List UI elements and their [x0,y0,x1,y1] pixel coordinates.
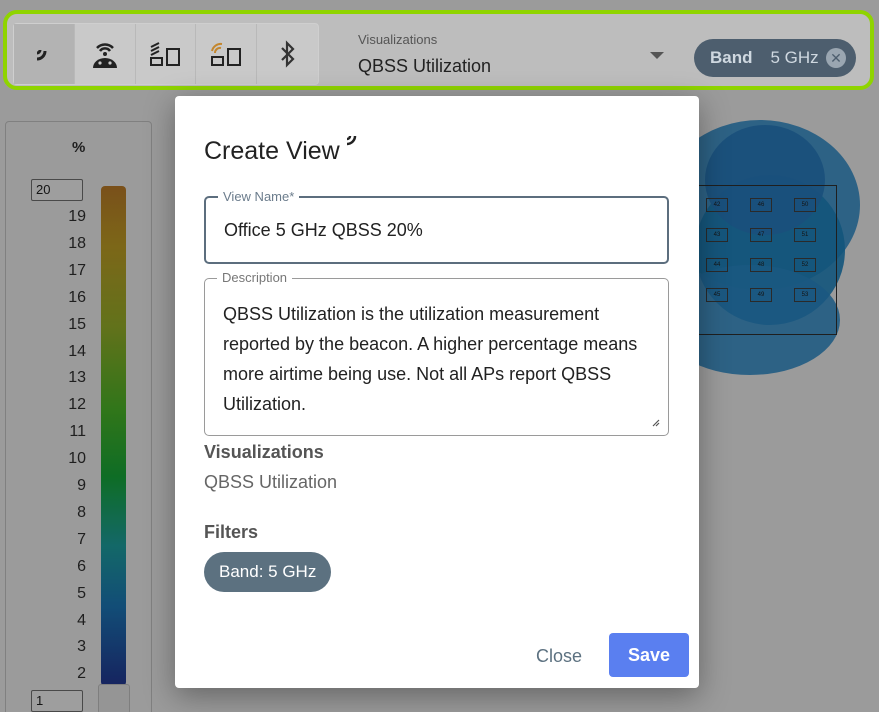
android-wifi-icon [92,43,117,68]
description-label: Description [217,270,293,285]
visualizations-heading: Visualizations [204,442,324,462]
description-field[interactable]: Description QBSS Utilization is the util… [204,270,669,436]
visualizations-select-value: QBSS Utilization [358,56,492,76]
android-wifi-tool-button[interactable] [75,24,136,84]
view-name-label: View Name* [218,189,300,204]
close-icon[interactable]: ✕ [826,48,846,68]
resize-handle-icon[interactable] [650,417,660,427]
bluetooth-icon [280,40,295,68]
create-view-dialog: Create View View Name* Office 5 GHz QBSS… [175,96,699,688]
wifi-signal-tool-button[interactable] [14,24,75,84]
visualizations-select-label: Visualizations [358,32,438,47]
description-value[interactable]: QBSS Utilization is the utilization meas… [223,299,653,419]
wifi-signal-icon [36,49,47,61]
band-chip-value: 5 GHz [770,48,819,67]
chevron-down-icon [650,52,664,59]
bluetooth-tool-button[interactable] [257,24,318,84]
toolbar: Visualizations QBSS Utilization Band 5 G… [3,10,874,90]
save-button[interactable]: Save [609,633,689,677]
filters-heading: Filters [204,522,259,542]
visualizations-value: QBSS Utilization [204,472,338,492]
dialog-title: Create View [204,137,340,165]
close-button[interactable]: Close [526,636,592,676]
ap-wireless-tool-button[interactable] [196,24,258,84]
view-name-value[interactable]: Office 5 GHz QBSS 20% [224,220,423,241]
band-chip-label: Band [710,48,753,67]
visualizations-select[interactable]: Visualizations QBSS Utilization [352,24,674,82]
tool-group [13,23,319,85]
band-filter-chip[interactable]: Band: 5 GHz [204,552,332,592]
wifi-signal-icon [346,135,357,146]
view-name-field[interactable]: View Name* Office 5 GHz QBSS 20% [204,189,669,264]
ap-wireless-icon [211,42,242,66]
band-filter-chip[interactable]: Band 5 GHz ✕ [694,39,856,77]
ap-wired-tool-button[interactable] [136,24,197,84]
ap-wired-icon [150,42,181,66]
